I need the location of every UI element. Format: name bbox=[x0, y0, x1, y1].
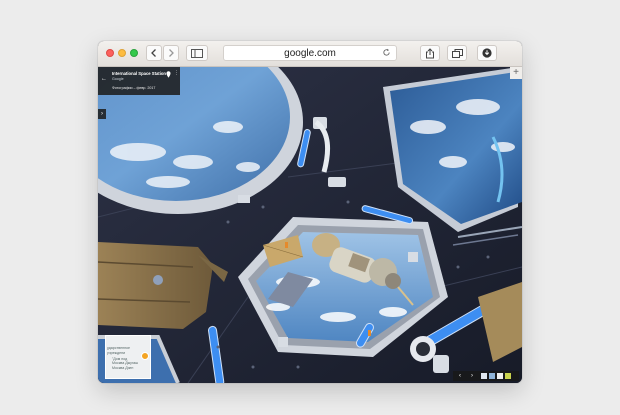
photo-thumbnail[interactable] bbox=[505, 373, 511, 379]
location-pin-icon[interactable] bbox=[166, 71, 171, 78]
map-label: Москва Джугаш bbox=[112, 361, 139, 365]
iss-cupola-panorama[interactable] bbox=[98, 67, 522, 383]
place-info-card: ← International Space Station Google Фот… bbox=[98, 67, 180, 95]
sidebar-button[interactable] bbox=[186, 45, 208, 61]
street-view-content[interactable]: ← International Space Station Google Фот… bbox=[98, 67, 522, 383]
download-icon bbox=[482, 48, 492, 58]
forward-button[interactable] bbox=[163, 45, 179, 61]
minimize-window-button[interactable] bbox=[118, 49, 126, 57]
url-text: google.com bbox=[284, 48, 336, 59]
browser-toolbar: google.com bbox=[98, 41, 522, 67]
photo-thumbnail[interactable] bbox=[497, 373, 503, 379]
back-arrow-icon[interactable]: ← bbox=[101, 76, 107, 82]
reload-icon[interactable] bbox=[382, 48, 391, 57]
share-button[interactable] bbox=[420, 45, 440, 61]
more-options-icon[interactable]: ⋮ bbox=[174, 71, 179, 76]
photo-thumbnail[interactable] bbox=[489, 373, 495, 379]
downloads-button[interactable] bbox=[477, 45, 497, 61]
chevron-left-icon[interactable]: ‹ bbox=[459, 371, 461, 381]
chevron-right-icon bbox=[169, 49, 174, 57]
chevron-right-icon[interactable]: › bbox=[471, 371, 473, 381]
chevron-left-icon bbox=[151, 49, 156, 57]
new-tab-button[interactable]: + bbox=[510, 67, 522, 79]
photo-filmstrip: ‹ › bbox=[453, 371, 519, 381]
map-label: учреждени bbox=[107, 351, 126, 355]
minimap[interactable]: ударственное учреждени "Дом под Москва Д… bbox=[105, 335, 151, 379]
place-title[interactable]: International Space Station bbox=[112, 71, 166, 76]
photo-date[interactable]: Фотографии – февр. 2017 bbox=[112, 86, 155, 90]
sidebar-icon bbox=[191, 48, 203, 58]
address-bar[interactable]: google.com bbox=[223, 45, 397, 61]
back-button[interactable] bbox=[146, 45, 162, 61]
expand-panel-button[interactable]: › bbox=[98, 109, 106, 119]
photo-thumbnail[interactable] bbox=[481, 373, 487, 379]
map-label: Москва Дзен bbox=[112, 366, 134, 370]
close-window-button[interactable] bbox=[106, 49, 114, 57]
map-label: ударственное bbox=[107, 346, 131, 350]
tabs-button[interactable] bbox=[447, 45, 467, 61]
place-subtitle: Google bbox=[112, 77, 124, 81]
pegman-icon[interactable] bbox=[141, 352, 149, 360]
tabs-icon bbox=[451, 48, 463, 58]
plus-icon: + bbox=[513, 67, 519, 78]
zoom-window-button[interactable] bbox=[130, 49, 138, 57]
browser-window: google.com ← International Space Station… bbox=[98, 41, 522, 383]
share-icon bbox=[426, 47, 434, 58]
